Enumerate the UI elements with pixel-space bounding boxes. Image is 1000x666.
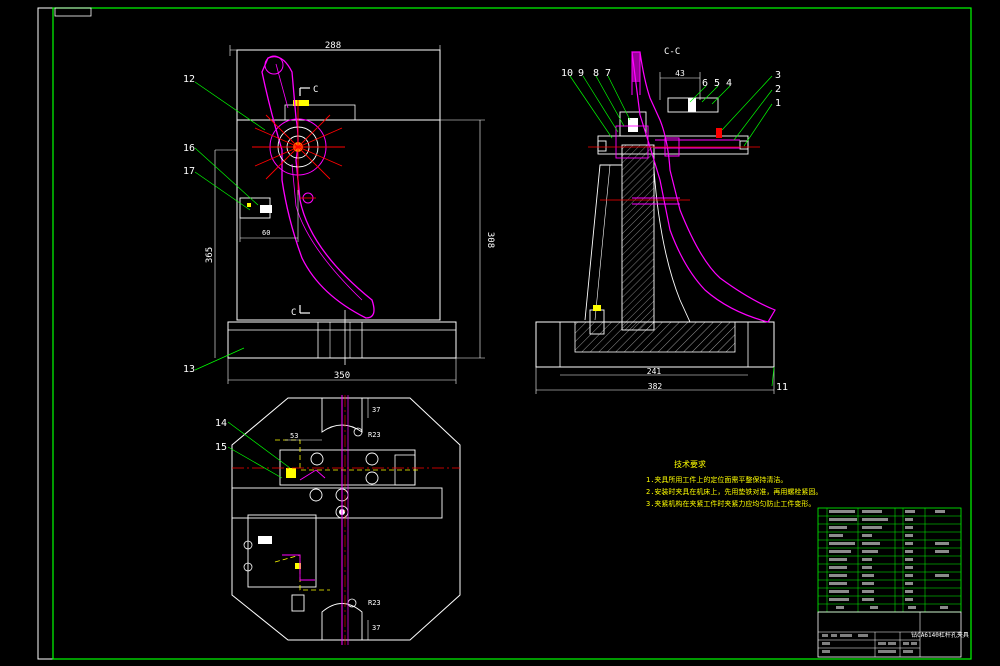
sheet-frame [37, 7, 972, 660]
callout-14: 14 [215, 418, 227, 429]
dim-height-left: 365 [205, 247, 215, 263]
side-dim-base-total: 382 [648, 382, 663, 391]
callout-6: 6 [702, 78, 708, 89]
callout-8: 8 [593, 68, 599, 79]
section-mark-top: C [313, 85, 318, 95]
plan-dim-r-bottom: R23 [368, 599, 381, 607]
plan-dim-width: 53 [290, 432, 298, 440]
callout-7: 7 [605, 68, 611, 79]
front-view [194, 45, 485, 384]
plan-dim-r-top: R23 [368, 431, 381, 439]
dim-slot: 60 [262, 229, 270, 237]
dim-top-width: 288 [325, 41, 341, 51]
dim-bottom-width: 350 [334, 371, 350, 381]
notes-title: 技术要求 [674, 459, 706, 469]
callout-2: 2 [775, 84, 781, 95]
callout-11: 11 [776, 382, 788, 393]
callout-13: 13 [183, 364, 195, 375]
callout-10: 10 [561, 68, 573, 79]
callout-12: 12 [183, 74, 195, 85]
callout-17: 17 [183, 166, 195, 177]
plan-view [227, 395, 461, 645]
plan-dim-top: 37 [372, 406, 380, 414]
callout-4: 4 [726, 78, 732, 89]
side-dim-top: 43 [675, 69, 685, 78]
side-dim-base-inner: 241 [647, 367, 662, 376]
notes-item-3: 3.夹紧机构在夹紧工件时夹紧力应均匀防止工件变形。 [646, 499, 815, 508]
notes-item-1: 1.夹具所用工件上的定位面需平整保持清洁。 [646, 475, 787, 484]
callout-5: 5 [714, 78, 720, 89]
dim-height-right: 308 [485, 232, 495, 248]
callout-16: 16 [183, 143, 195, 154]
callout-15: 15 [215, 442, 227, 453]
callout-1: 1 [775, 98, 781, 109]
notes-item-2: 2.安装时夹具在机床上，先用垫铁对准，再用螺栓紧固。 [646, 487, 822, 496]
side-view [535, 51, 776, 394]
callout-3: 3 [775, 70, 781, 81]
cad-drawing-canvas: 288 308 365 350 60 C C 12 16 17 13 C-C 4… [37, 7, 972, 660]
section-mark-bottom: C [291, 308, 296, 318]
callout-9: 9 [578, 68, 584, 79]
section-title: C-C [664, 47, 680, 57]
drawing-title: 钻CA6140杠杆孔夹具 [911, 631, 969, 639]
plan-dim-bottom: 37 [372, 624, 380, 632]
